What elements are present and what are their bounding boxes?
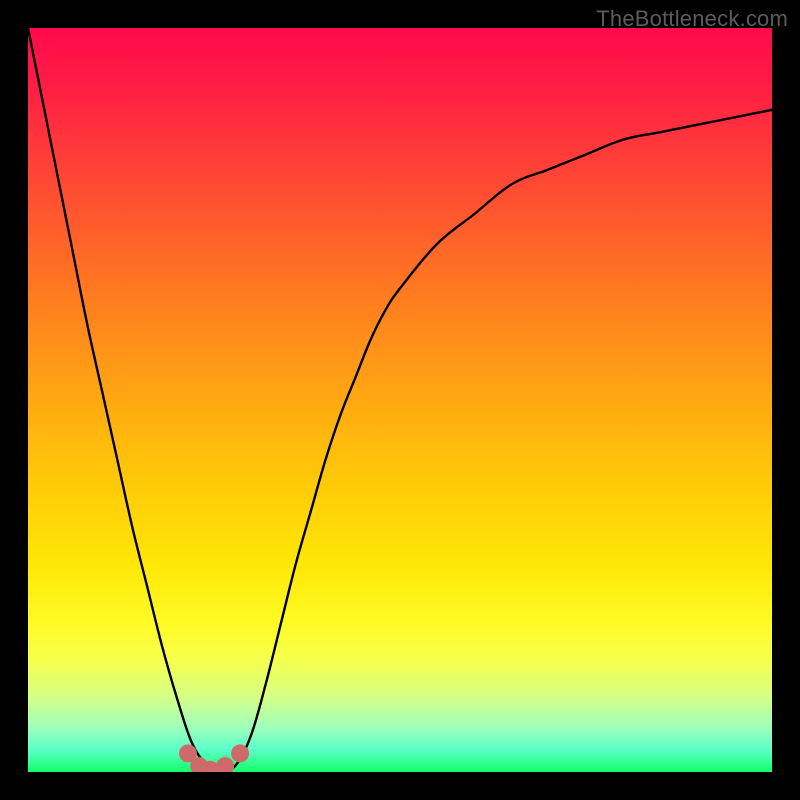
plot-area (28, 28, 772, 772)
bottom-markers (179, 744, 249, 772)
chart-frame: TheBottleneck.com (0, 0, 800, 800)
watermark-text: TheBottleneck.com (596, 6, 788, 32)
marker-layer (28, 28, 772, 772)
marker-dot (216, 757, 234, 772)
marker-dot (231, 744, 249, 762)
